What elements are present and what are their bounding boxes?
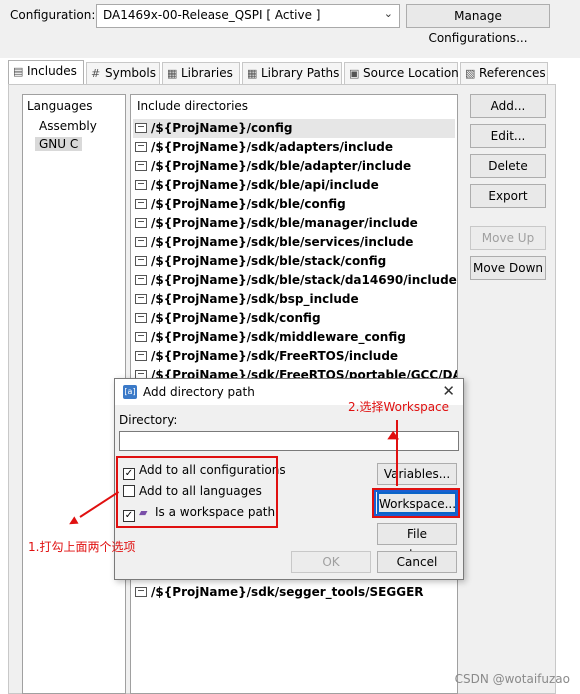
dialog-title: Add directory path [143,385,255,399]
list-item[interactable]: /${ProjName}/sdk/ble/manager/include [133,214,455,233]
export-button[interactable]: Export [470,184,546,208]
configuration-select[interactable]: DA1469x-00-Release_QSPI [ Active ] ⌄ [96,4,400,28]
source-location-icon: ▣ [349,67,360,80]
library-paths-icon: ▦ [247,67,258,80]
manage-configurations-button[interactable]: Manage Configurations... [406,4,550,45]
dialog-app-icon: [a] [123,385,137,399]
include-directories-header: Include directories [137,99,249,113]
move-up-button[interactable]: Move Up [470,226,546,250]
languages-list: Languages Assembly GNU C [22,94,126,694]
list-item[interactable]: /${ProjName}/sdk/FreeRTOS/include [133,347,455,366]
list-item[interactable]: /${ProjName}/sdk/bsp_include [133,290,455,309]
folder-icon [135,294,147,304]
tab-library-paths[interactable]: ▦ Library Paths [242,62,342,84]
list-item[interactable]: /${ProjName}/sdk/ble/stack/config [133,252,455,271]
languages-header: Languages [27,99,93,113]
configuration-label: Configuration: [10,8,96,22]
list-item[interactable]: /${ProjName}/sdk/ble/stack/da14690/inclu… [133,271,457,290]
folder-icon [135,256,147,266]
checkboxes-highlight-box [116,456,278,528]
list-item[interactable]: /${ProjName}/sdk/middleware_config [133,328,455,347]
delete-button[interactable]: Delete [470,154,546,178]
list-item[interactable]: /${ProjName}/sdk/ble/config [133,195,455,214]
list-item[interactable]: /${ProjName}/sdk/config [133,309,455,328]
folder-icon [135,123,147,133]
hash-icon: # [91,67,101,80]
tab-references[interactable]: ▧ References [460,62,548,84]
folder-icon [135,142,147,152]
list-item[interactable]: /${ProjName}/sdk/ble/services/include [133,233,455,252]
list-item[interactable]: /${ProjName}/sdk/ble/adapter/include [133,157,455,176]
list-item[interactable]: /${ProjName}/config [133,119,455,138]
tab-libraries[interactable]: ▦ Libraries [162,62,240,84]
chevron-down-icon: ⌄ [383,7,393,20]
folder-icon [135,180,147,190]
configuration-bar: Configuration: DA1469x-00-Release_QSPI [… [0,0,580,58]
list-item[interactable]: /${ProjName}/sdk/segger_tools/SEGGER [133,583,455,602]
language-item-assembly[interactable]: Assembly [39,119,97,133]
libraries-icon: ▦ [167,67,178,80]
cancel-button[interactable]: Cancel [377,551,457,573]
add-button[interactable]: Add... [470,94,546,118]
includes-icon: ▤ [13,65,24,78]
folder-icon [135,218,147,228]
watermark: CSDN @wotaifuzao [454,672,570,686]
directory-input[interactable] [119,431,459,451]
folder-icon [135,332,147,342]
folder-icon [135,587,147,597]
folder-icon [135,313,147,323]
tab-source-location[interactable]: ▣ Source Location [344,62,459,84]
configuration-value: DA1469x-00-Release_QSPI [ Active ] [103,8,321,22]
tab-symbols[interactable]: # Symbols [86,62,160,84]
folder-icon [135,275,147,285]
ok-button[interactable]: OK [291,551,371,573]
edit-button[interactable]: Edit... [470,124,546,148]
folder-icon [135,161,147,171]
workspace-focus-box [374,490,458,516]
arrow-up-icon: ▲ [387,428,400,441]
directory-label: Directory: [119,413,178,427]
list-item[interactable]: /${ProjName}/sdk/adapters/include [133,138,455,157]
tab-includes[interactable]: ▤ Includes [8,60,84,84]
folder-icon [135,351,147,361]
list-item[interactable]: /${ProjName}/sdk/ble/api/include [133,176,455,195]
annotation-step-1: 1.打勾上面两个选项 [28,540,136,554]
variables-button[interactable]: Variables... [377,463,457,485]
settings-tabs: ▤ Includes # Symbols ▦ Libraries ▦ Library P… [8,60,548,84]
references-icon: ▧ [465,67,476,80]
move-down-button[interactable]: Move Down [470,256,546,280]
folder-icon [135,237,147,247]
annotation-step-2: 2.选择Workspace [348,400,450,414]
file-system-button[interactable]: File system... [377,523,457,561]
folder-icon [135,199,147,209]
language-item-gnu-c[interactable]: GNU C [35,137,83,151]
